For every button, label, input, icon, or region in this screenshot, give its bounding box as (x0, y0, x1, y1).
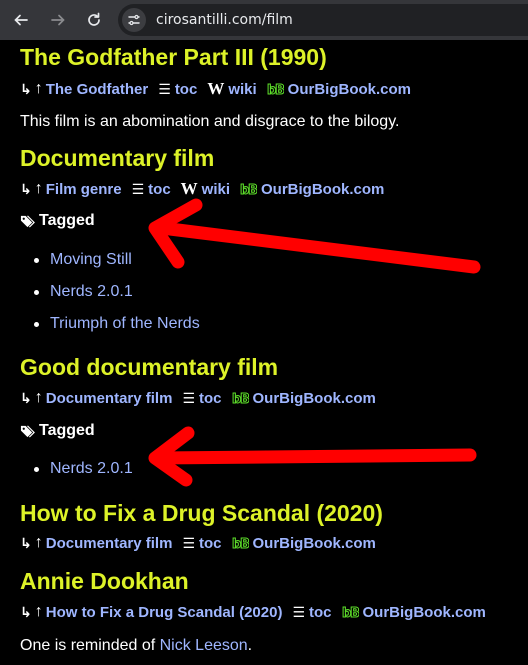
annotation-arrow (148, 426, 477, 487)
annotation-arrow (148, 198, 481, 274)
annotation-arrows (148, 198, 481, 487)
